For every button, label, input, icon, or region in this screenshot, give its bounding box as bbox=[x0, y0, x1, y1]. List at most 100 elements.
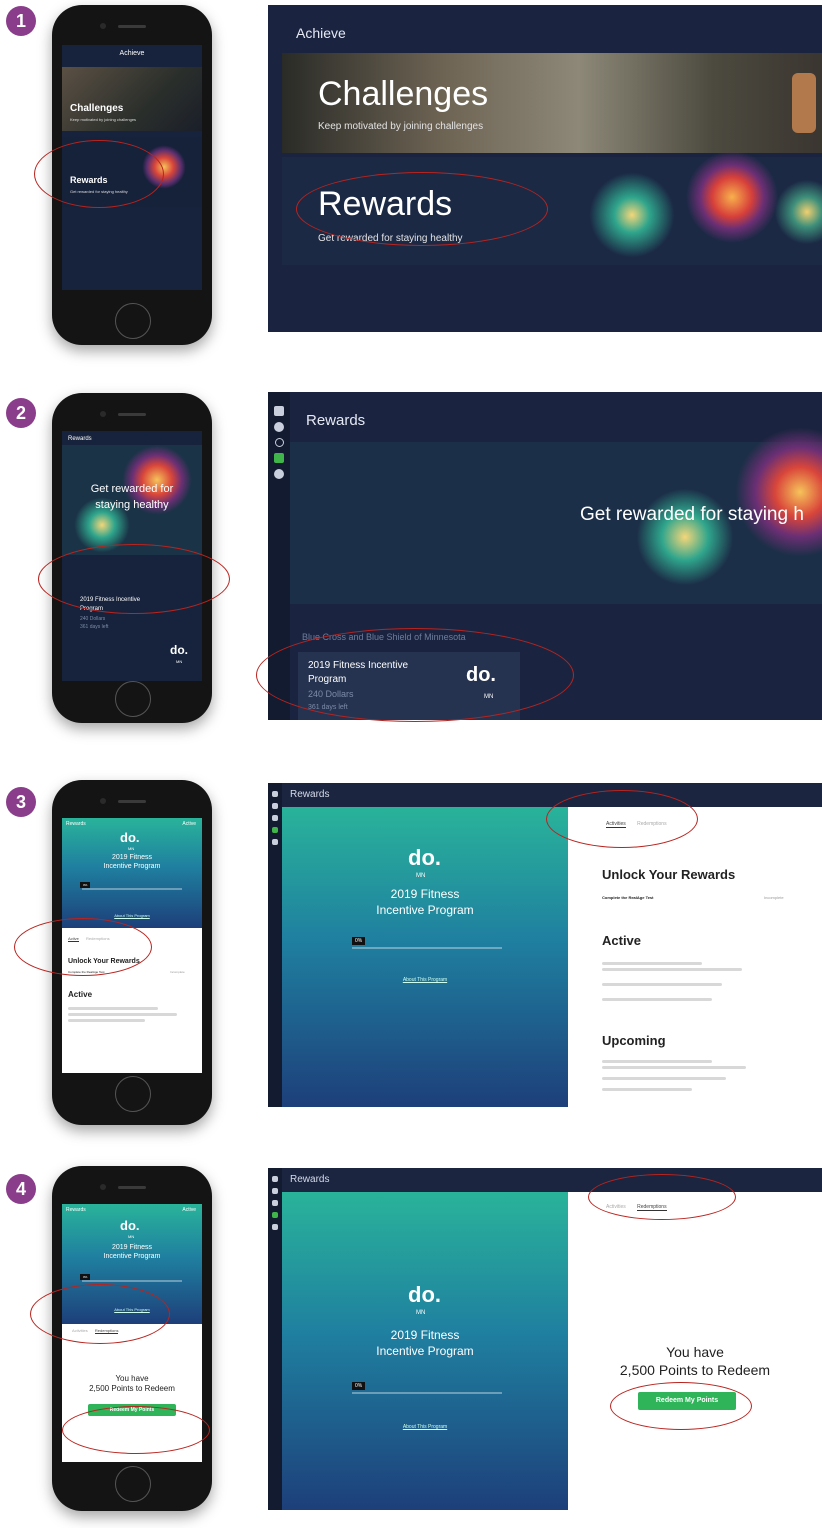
home-icon[interactable] bbox=[272, 791, 278, 797]
program-days: 361 days left bbox=[308, 704, 348, 711]
tab-redemptions[interactable]: Redemptions bbox=[86, 936, 110, 941]
program-days: 361 days left bbox=[80, 624, 109, 630]
challenges-banner[interactable]: Challenges Keep motivated by joining cha… bbox=[282, 53, 822, 153]
about-link[interactable]: About This Program bbox=[282, 1424, 568, 1430]
challenges-card[interactable]: Challenges Keep motivated by joining cha… bbox=[62, 67, 202, 131]
tab-activities[interactable]: Active bbox=[68, 936, 79, 942]
phone-header: Achieve bbox=[119, 50, 145, 57]
tab-redemptions[interactable]: Redemptions bbox=[94, 1328, 119, 1334]
card-subtitle: Keep motivated by joining challenges bbox=[70, 117, 137, 122]
panel-header: Rewards bbox=[290, 789, 330, 800]
redeem-button[interactable]: Redeem My Points bbox=[88, 1404, 176, 1416]
tab-activities[interactable]: Activities bbox=[606, 821, 626, 828]
program-header: Rewards Active do. MN 2019 Fitness Incen… bbox=[62, 1204, 202, 1324]
status-dropdown[interactable]: Active bbox=[182, 1207, 196, 1213]
step-badge-3: 3 bbox=[6, 787, 36, 817]
profile-icon[interactable] bbox=[272, 1224, 278, 1230]
program-amount: 240 Dollars bbox=[80, 616, 106, 622]
task-status: Incomplete bbox=[764, 895, 784, 900]
profile-icon[interactable] bbox=[274, 469, 284, 479]
search-icon[interactable] bbox=[272, 1200, 278, 1206]
program-card[interactable]: 2019 Fitness Incentive Program 240 Dolla… bbox=[298, 652, 520, 720]
program-card[interactable]: 2019 Fitness Incentive Program 240 Dolla… bbox=[62, 591, 202, 681]
tab-activities[interactable]: Activities bbox=[606, 1204, 626, 1210]
heart-icon[interactable] bbox=[272, 803, 278, 809]
points-text: 2,500 Points to Redeem bbox=[89, 1384, 175, 1393]
panel-1: Achieve Challenges Keep motivated by joi… bbox=[268, 5, 822, 332]
program-title-2: Incentive Program bbox=[376, 1344, 474, 1358]
panel-3: Rewards do. MN 2019 Fitness Incentive Pr… bbox=[268, 783, 822, 1107]
upcoming-heading: Upcoming bbox=[602, 1033, 666, 1048]
card-title: Rewards bbox=[70, 175, 108, 185]
bcbs-logo: MN bbox=[416, 873, 426, 879]
tab-activities[interactable]: Activities bbox=[72, 1328, 88, 1333]
phone-mockup-1: Achieve Challenges Keep motivated by joi… bbox=[52, 5, 212, 345]
tab-bar: Activities Redemptions bbox=[606, 1204, 667, 1211]
program-title-2: Incentive Program bbox=[103, 1253, 161, 1260]
search-icon[interactable] bbox=[272, 815, 278, 821]
progress-tag: 0% bbox=[352, 937, 366, 945]
banner-subtitle: Get rewarded for staying healthy bbox=[318, 233, 463, 244]
active-heading: Active bbox=[602, 933, 642, 948]
program-title-2: Program bbox=[308, 674, 347, 685]
top-bar: Rewards bbox=[268, 783, 822, 807]
panel-4: Rewards do. MN 2019 Fitness Incentive Pr… bbox=[268, 1168, 822, 1510]
about-link[interactable]: About This Program bbox=[62, 913, 202, 918]
home-icon[interactable] bbox=[274, 406, 284, 416]
about-link[interactable]: About This Program bbox=[62, 1307, 202, 1312]
banner-title: Challenges bbox=[318, 75, 489, 113]
phone-screen-3: Rewards Active do. MN 2019 Fitness Incen… bbox=[62, 818, 202, 1073]
progress-tag: 0% bbox=[80, 882, 91, 888]
search-icon[interactable] bbox=[274, 438, 284, 447]
do-logo: do. bbox=[170, 643, 188, 657]
banner-subtitle: Keep motivated by joining challenges bbox=[318, 121, 484, 132]
program-title: 2019 Fitness bbox=[390, 887, 460, 901]
panel-header: Rewards bbox=[306, 412, 366, 429]
bcbs-logo: MN bbox=[128, 1234, 135, 1239]
do-logo: do. bbox=[466, 664, 496, 686]
bcbs-logo: MN bbox=[484, 694, 494, 700]
progress-tag: 0% bbox=[80, 1274, 91, 1280]
home-icon[interactable] bbox=[272, 1176, 278, 1182]
rewards-banner[interactable]: Rewards Get rewarded for staying healthy bbox=[282, 147, 822, 265]
phone-screen-1: Achieve Challenges Keep motivated by joi… bbox=[62, 45, 202, 290]
program-title: 2019 Fitness bbox=[111, 854, 153, 861]
program-title: 2019 Fitness Incentive bbox=[308, 660, 409, 671]
step-badge-1: 1 bbox=[6, 6, 36, 36]
program-header: Rewards Active do. MN 2019 Fitness Incen… bbox=[62, 818, 202, 928]
banner-title: Rewards bbox=[318, 185, 453, 223]
program-title: 2019 Fitness Incentive bbox=[80, 597, 141, 603]
tab-redemptions[interactable]: Redemptions bbox=[637, 821, 666, 827]
rewards-card[interactable]: Rewards Get rewarded for staying healthy bbox=[62, 137, 202, 207]
panel-header: Achieve bbox=[296, 25, 346, 41]
hero-image: Get rewarded for staying healthy bbox=[62, 445, 202, 555]
bcbs-logo: MN bbox=[128, 846, 135, 851]
status-dropdown[interactable]: Active bbox=[182, 821, 196, 827]
shield-icon[interactable] bbox=[272, 827, 278, 833]
card-title: Challenges bbox=[70, 103, 124, 114]
shield-icon[interactable] bbox=[274, 453, 284, 463]
tab-bar: Active Redemptions bbox=[68, 936, 110, 942]
phone-header: Rewards bbox=[66, 821, 86, 827]
phone-mockup-3: Rewards Active do. MN 2019 Fitness Incen… bbox=[52, 780, 212, 1125]
task-name[interactable]: Complete the RealAge Test bbox=[68, 970, 104, 974]
heart-icon[interactable] bbox=[272, 1188, 278, 1194]
bcbs-logo: MN bbox=[176, 659, 183, 664]
about-link[interactable]: About This Program bbox=[282, 977, 568, 983]
card-subtitle: Get rewarded for staying healthy bbox=[70, 189, 128, 194]
heart-icon[interactable] bbox=[274, 422, 284, 432]
program-hero: do. MN 2019 Fitness Incentive Program 0%… bbox=[282, 807, 568, 1107]
tab-bar: Activities Redemptions bbox=[606, 821, 667, 828]
tab-redemptions[interactable]: Redemptions bbox=[637, 1204, 667, 1211]
step-badge-2: 2 bbox=[6, 398, 36, 428]
profile-icon[interactable] bbox=[272, 839, 278, 845]
nav-sidebar bbox=[268, 392, 290, 720]
redeem-button[interactable]: Redeem My Points bbox=[638, 1392, 736, 1410]
unlock-heading: Unlock Your Rewards bbox=[602, 867, 736, 882]
hero-text: Get rewarded for staying healthy bbox=[90, 483, 174, 511]
task-name[interactable]: Complete the RealAge Test bbox=[602, 895, 654, 900]
program-title-2: Program bbox=[80, 606, 104, 612]
nav-sidebar bbox=[268, 783, 282, 1107]
tab-bar: Activities Redemptions bbox=[72, 1328, 119, 1334]
shield-icon[interactable] bbox=[272, 1212, 278, 1218]
